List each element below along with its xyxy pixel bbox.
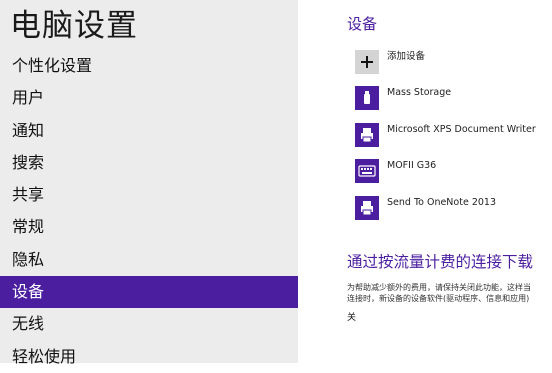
printer-icon: [355, 196, 379, 220]
nav-item-general[interactable]: 常规: [0, 211, 298, 243]
nav-item-search[interactable]: 搜索: [0, 147, 298, 179]
metered-description: 为帮助减少额外的费用，请保持关闭此功能，这样当 连接时，新设备的设备软件(驱动程…: [347, 282, 531, 304]
nav-list: 个性化设置 用户 通知 搜索 共享 常规 隐私 设备 无线 轻松使用: [0, 50, 298, 373]
device-mass-storage[interactable]: Mass Storage: [355, 84, 451, 112]
devices-title: 设备: [347, 15, 378, 33]
sidebar: 电脑设置 个性化设置 用户 通知 搜索 共享 常规 隐私 设备 无线 轻松使用: [0, 0, 298, 366]
nav-item-ease-of-access[interactable]: 轻松使用: [0, 341, 298, 373]
add-device-button[interactable]: 添加设备: [355, 48, 425, 76]
add-device-label: 添加设备: [387, 51, 426, 62]
keyboard-icon: [355, 159, 379, 183]
nav-item-users[interactable]: 用户: [0, 82, 298, 114]
device-label: Mass Storage: [387, 86, 452, 98]
nav-item-wireless[interactable]: 无线: [0, 308, 298, 340]
nav-item-devices[interactable]: 设备: [0, 276, 298, 309]
device-send-to-onenote[interactable]: Send To OneNote 2013: [355, 194, 496, 222]
nav-item-share[interactable]: 共享: [0, 179, 298, 211]
metered-download-title: 通过按流量计费的连接下载: [347, 253, 534, 271]
app-title: 电脑设置: [10, 8, 138, 44]
usb-drive-icon: [355, 86, 379, 110]
nav-item-notifications[interactable]: 通知: [0, 115, 298, 147]
metered-description-line: 为帮助减少额外的费用，请保持关闭此功能，这样当: [347, 283, 531, 292]
device-label: Microsoft XPS Document Writer: [387, 123, 536, 135]
metered-toggle-state[interactable]: 关: [347, 310, 356, 323]
nav-item-privacy[interactable]: 隐私: [0, 244, 298, 276]
device-label: Send To OneNote 2013: [387, 196, 496, 208]
device-xps-writer[interactable]: Microsoft XPS Document Writer: [355, 121, 536, 149]
content-pane: 设备 添加设备 Mass Storage Microsoft XPS Docum…: [298, 0, 552, 363]
device-mofii-g36[interactable]: MOFII G36: [355, 157, 436, 185]
plus-icon: [355, 50, 379, 74]
nav-item-personalize[interactable]: 个性化设置: [0, 50, 298, 82]
printer-icon: [355, 123, 379, 147]
metered-description-line: 连接时，新设备的设备软件(驱动程序、信息和应用): [347, 294, 530, 303]
device-label: MOFII G36: [387, 159, 437, 171]
